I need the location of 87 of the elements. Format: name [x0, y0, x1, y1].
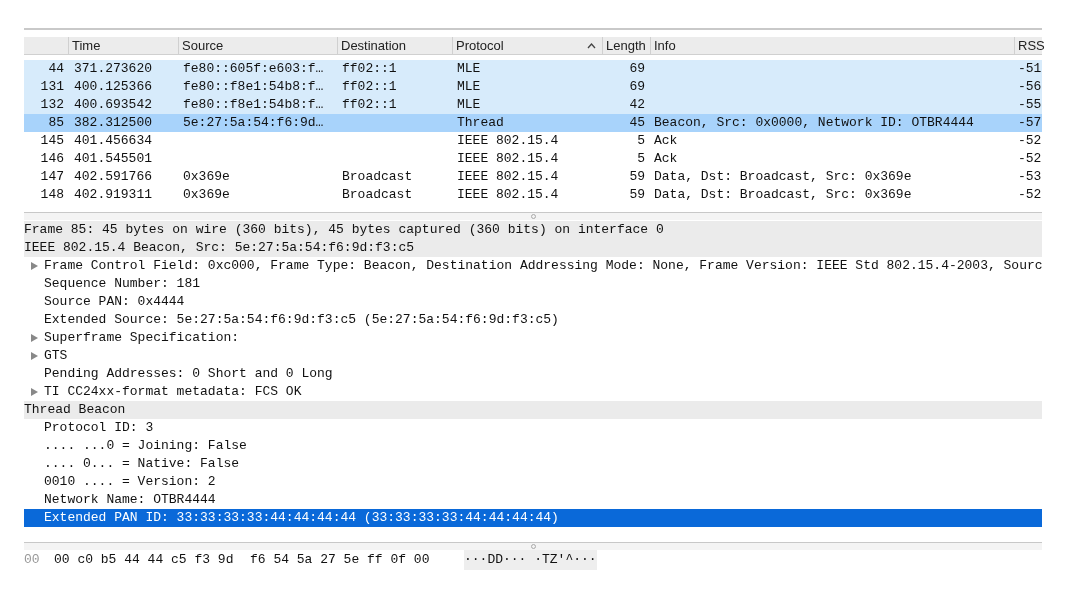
table-cell-text: MLE: [456, 60, 482, 79]
detail-line[interactable]: GTS: [44, 346, 68, 366]
column-header[interactable]: RSS: [1014, 37, 1042, 54]
table-cell-text: Broadcast: [341, 186, 414, 205]
table-cell-text: MLE: [456, 78, 482, 97]
table-cell-text: ff02::1: [341, 60, 398, 79]
table-cell-text: IEEE 802.15.4: [456, 132, 560, 151]
table-cell-text: 69: [628, 60, 645, 79]
table-cell-text: 401.545501: [73, 150, 153, 169]
table-cell-text: -55: [1017, 96, 1042, 115]
table-cell-text: 0x369e: [182, 168, 231, 187]
table-cell-text: 69: [628, 78, 645, 97]
table-cell-text: 44: [47, 60, 64, 79]
table-cell-text: 147: [39, 168, 64, 187]
column-header[interactable]: Info: [650, 37, 1014, 54]
table-cell-text: Data, Dst: Broadcast, Src: 0x369e: [653, 168, 913, 187]
hex-bytes: 00 c0 b5 44 44 c5 f3 9d: [54, 551, 235, 570]
detail-line[interactable]: Frame Control Field: 0xc000, Frame Type: Beacon, Destination Addressing Mode: None, Frame Version: IEEE Std 802.15.4-2003, Sourc: [44, 256, 1042, 276]
column-header[interactable]: Destination: [337, 37, 452, 54]
table-cell-text: 132: [39, 96, 64, 115]
detail-line[interactable]: Source PAN: 0x4444: [44, 292, 185, 312]
table-cell-text: -53: [1017, 168, 1042, 187]
table-cell-text: fe80::605f:e603:f…: [182, 60, 325, 79]
table-cell-text: IEEE 802.15.4: [456, 168, 560, 187]
detail-line[interactable]: .... 0... = Native: False: [44, 454, 240, 474]
table-cell-text: ff02::1: [341, 78, 398, 97]
table-cell-text: 382.312500: [73, 114, 153, 133]
table-cell-text: -52: [1017, 132, 1042, 151]
table-cell-text: -52: [1017, 186, 1042, 205]
table-cell-text: Beacon, Src: 0x0000, Network ID: OTBR4444: [653, 114, 975, 133]
detail-line[interactable]: 0010 .... = Version: 2: [44, 472, 216, 492]
detail-line[interactable]: TI CC24xx-format metadata: FCS OK: [44, 382, 302, 402]
column-header[interactable]: Length: [602, 37, 650, 54]
table-cell-text: -56: [1017, 78, 1042, 97]
table-cell-text: 402.591766: [73, 168, 153, 187]
table-cell-text: 5e:27:5a:54:f6:9d…: [182, 114, 325, 133]
table-cell-text: Data, Dst: Broadcast, Src: 0x369e: [653, 186, 913, 205]
detail-line[interactable]: Sequence Number: 181: [44, 274, 201, 294]
table-cell-text: Broadcast: [341, 168, 414, 187]
detail-line[interactable]: Network Name: OTBR4444: [44, 490, 216, 510]
table-cell-text: -57: [1017, 114, 1042, 133]
table-cell-text: Ack: [653, 132, 679, 151]
table-cell-text: 0x369e: [182, 186, 231, 205]
detail-line[interactable]: Thread Beacon: [24, 400, 126, 420]
detail-line[interactable]: Superframe Specification:: [44, 328, 240, 348]
table-cell-text: ff02::1: [341, 96, 398, 115]
detail-line[interactable]: Protocol ID: 3: [44, 418, 154, 438]
column-header[interactable]: Protocol: [452, 37, 602, 54]
table-cell-text: -52: [1017, 150, 1042, 169]
table-cell-text: 402.919311: [73, 186, 153, 205]
table-cell-text: 131: [39, 78, 64, 97]
column-header[interactable]: Source: [178, 37, 337, 54]
expand-arrow-icon[interactable]: [29, 261, 39, 271]
table-cell-text: Ack: [653, 150, 679, 169]
table-cell-text: Thread: [456, 114, 505, 133]
table-cell-text: 59: [628, 186, 645, 205]
table-cell-text: 148: [39, 186, 64, 205]
table-cell-text: 45: [628, 114, 645, 133]
table-cell-text: IEEE 802.15.4: [456, 150, 560, 169]
table-cell-text: 146: [39, 150, 64, 169]
table-cell-text: fe80::f8e1:54b8:f…: [182, 96, 325, 115]
packet-row[interactable]: 85 382.312500 5e:27:5a:54:f6:9d… Thread 45 Beacon, Src: 0x0000, Network ID: OTBR4444 -57: [24, 114, 1042, 132]
table-cell-text: MLE: [456, 96, 482, 115]
hex-bytes: f6 54 5a 27 5e ff 0f 00: [250, 551, 431, 570]
table-cell-text: 401.456634: [73, 132, 153, 151]
table-cell-text: 59: [628, 168, 645, 187]
detail-line[interactable]: .... ...0 = Joining: False: [44, 436, 247, 456]
column-header[interactable]: Time: [68, 37, 178, 54]
table-cell-text: 5: [636, 132, 645, 151]
table-cell-text: -51: [1017, 60, 1042, 79]
packet-row[interactable]: 132 400.693542 fe80::f8e1:54b8:f… ff02::1 MLE 42 -55: [24, 96, 1042, 114]
table-cell-text: IEEE 802.15.4: [456, 186, 560, 205]
table-cell-text: 400.125366: [73, 78, 153, 97]
table-cell-text: 145: [39, 132, 64, 151]
table-cell-text: 371.273620: [73, 60, 153, 79]
ascii-bytes: ···DD··· ·TZ'^···: [464, 550, 597, 570]
table-cell-text: 5: [636, 150, 645, 169]
byte-offset: 00: [24, 551, 41, 570]
table-cell-text: 85: [47, 114, 64, 133]
detail-line[interactable]: Pending Addresses: 0 Short and 0 Long: [44, 364, 333, 384]
detail-line[interactable]: Extended Source: 5e:27:5a:54:f6:9d:f3:c5 (5e:27:5a:54:f6:9d:f3:c5): [44, 310, 559, 330]
table-cell-text: 400.693542: [73, 96, 153, 115]
expand-arrow-icon[interactable]: [29, 387, 39, 397]
table-cell-text: fe80::f8e1:54b8:f…: [182, 78, 325, 97]
packet-row[interactable]: 44 371.273620 fe80::605f:e603:f… ff02::1 MLE 69 -51: [24, 60, 1042, 78]
packet-row[interactable]: 131 400.125366 fe80::f8e1:54b8:f… ff02::1 MLE 69 -56: [24, 78, 1042, 96]
table-cell-text: 42: [628, 96, 645, 115]
